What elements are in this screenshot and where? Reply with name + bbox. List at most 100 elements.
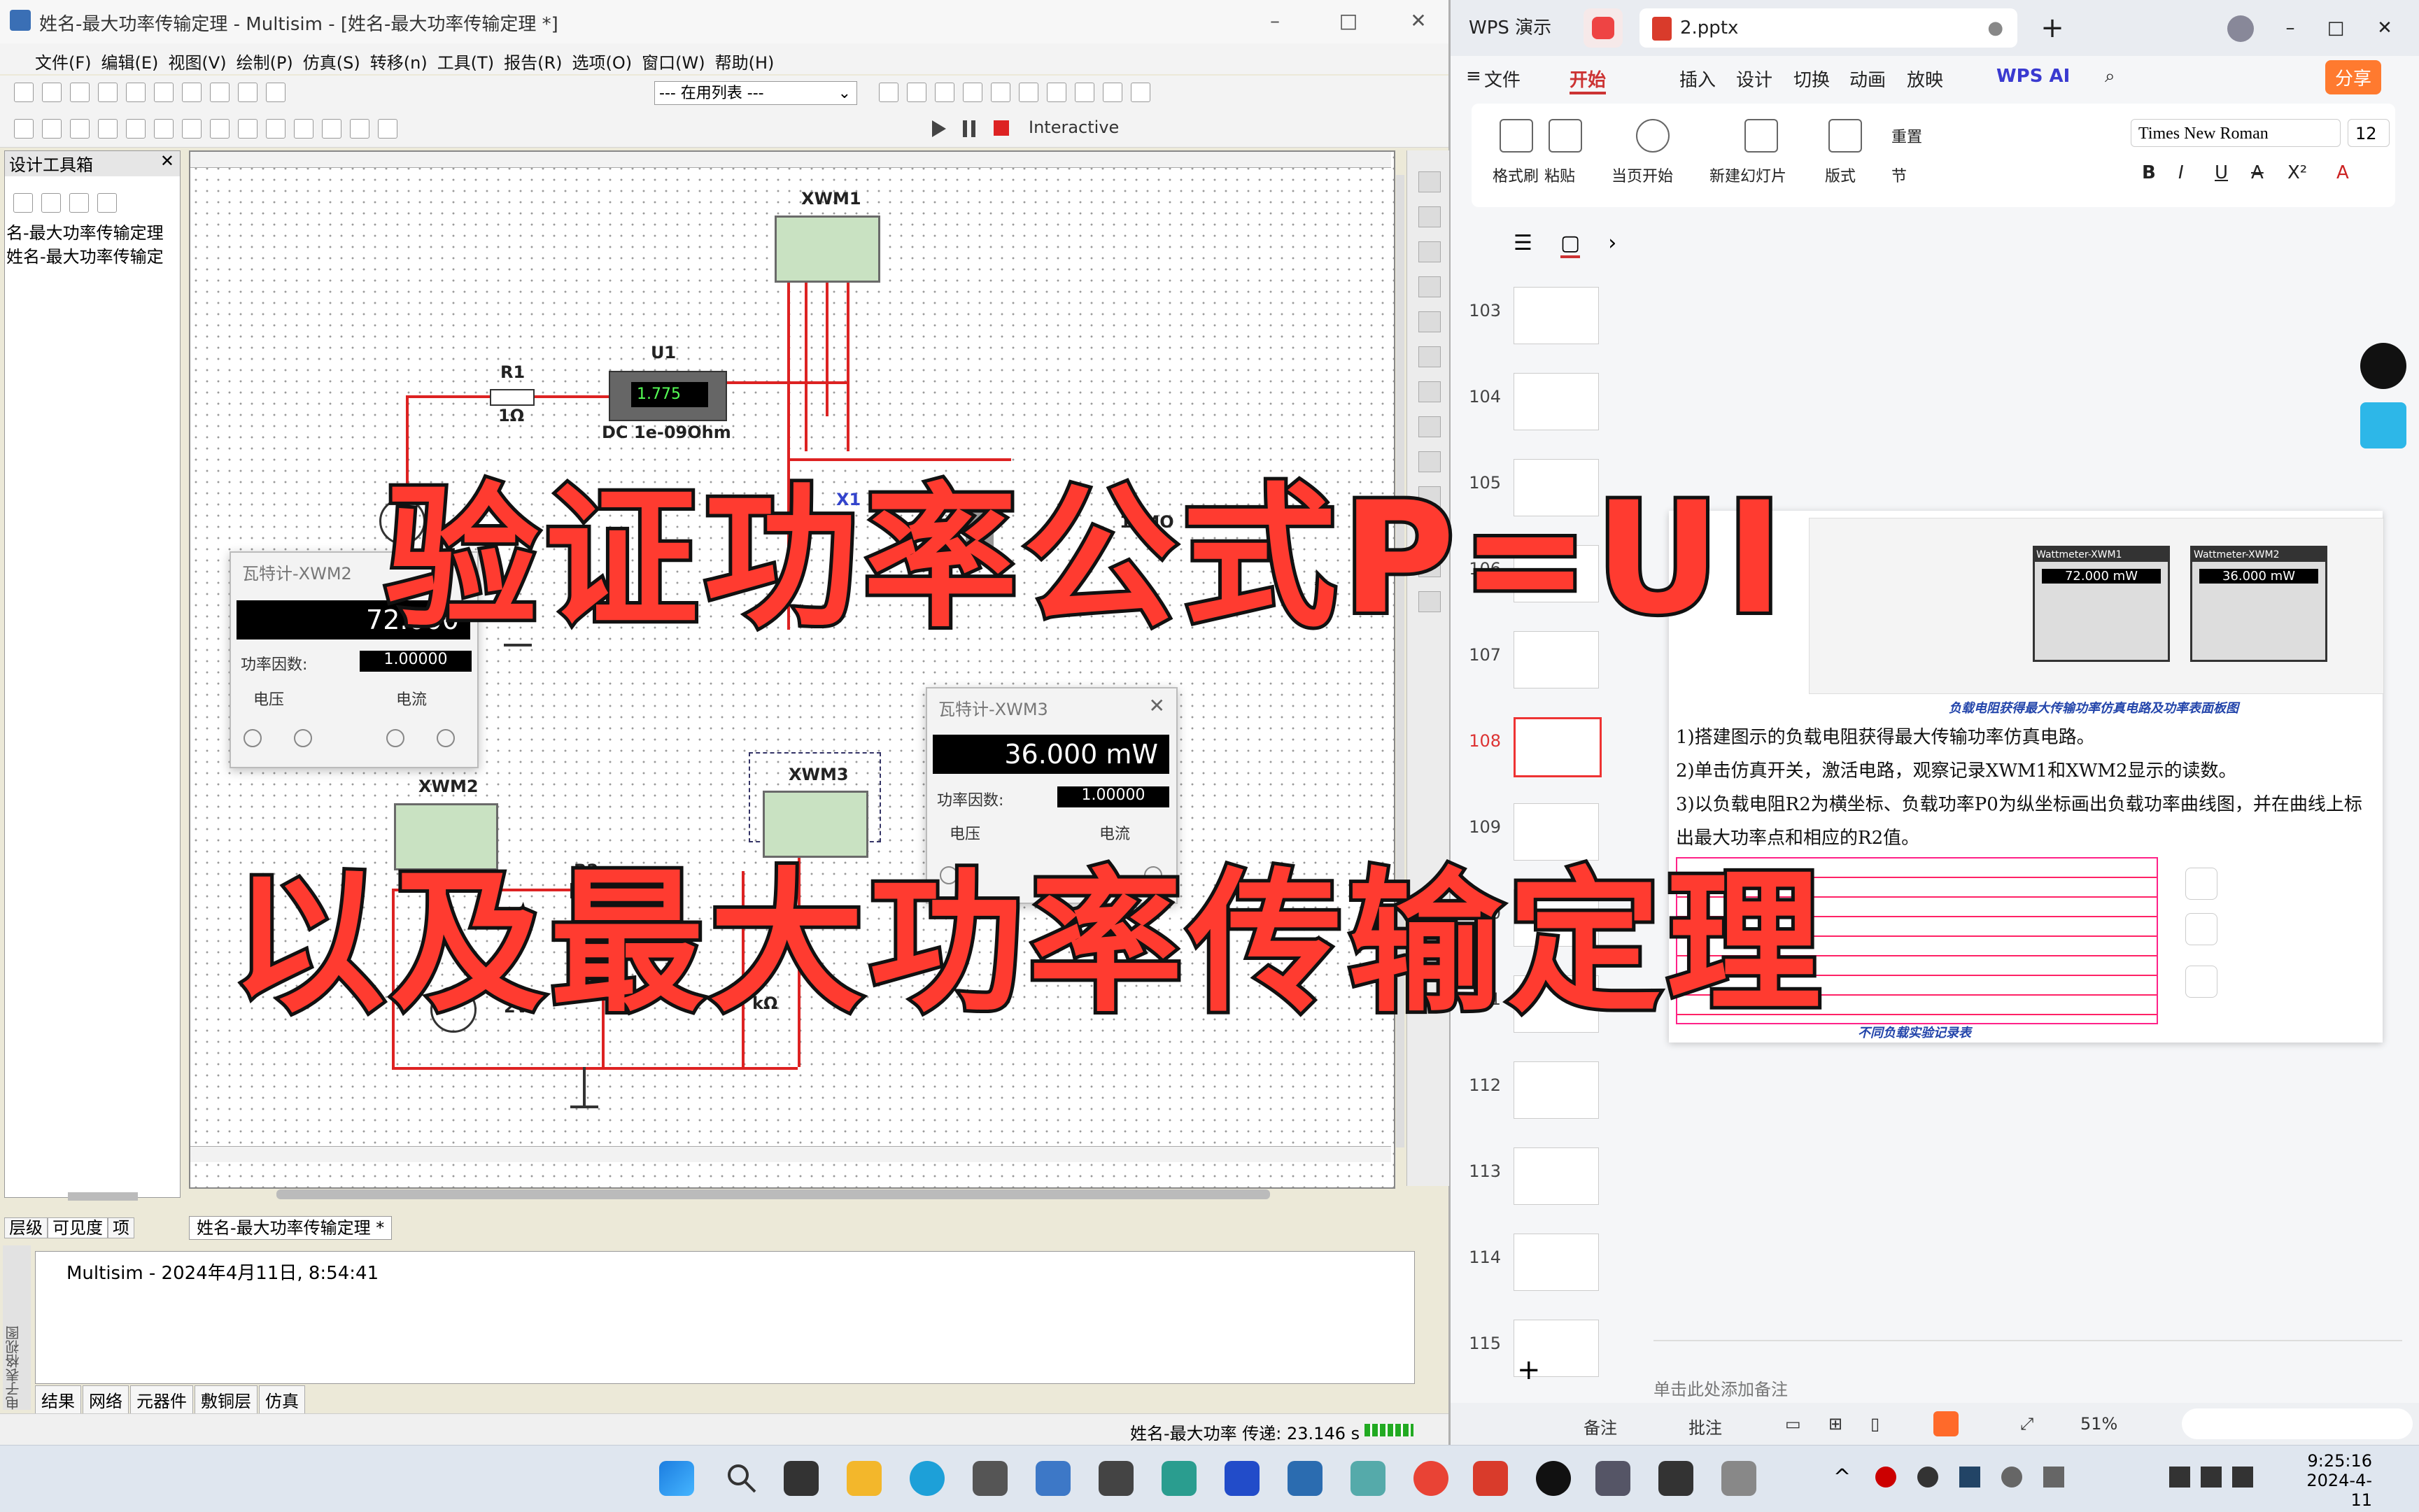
- normal-view-icon[interactable]: ▭: [1785, 1414, 1801, 1434]
- comment-toggle[interactable]: 批注: [1688, 1414, 1722, 1439]
- add-slide-button[interactable]: +: [1517, 1354, 1541, 1386]
- wattmeter-icon[interactable]: [1418, 241, 1441, 262]
- magic-icon[interactable]: [2185, 966, 2217, 998]
- avatar[interactable]: [2227, 8, 2255, 48]
- slide-thumbnail[interactable]: [1514, 1234, 1599, 1291]
- slideshow-icon[interactable]: [1933, 1411, 1959, 1436]
- wifi-icon[interactable]: [2169, 1467, 2190, 1488]
- assistant-icon[interactable]: [2360, 402, 2406, 448]
- slide-thumbnail[interactable]: [1514, 1061, 1599, 1119]
- basic-icon[interactable]: [42, 119, 62, 139]
- minimize-button[interactable]: –: [1260, 6, 1290, 36]
- italic-button[interactable]: I: [2178, 162, 2184, 183]
- maximize-button[interactable]: □: [1333, 6, 1364, 36]
- menu-item[interactable]: 窗口(W): [642, 49, 705, 73]
- multimeter-icon[interactable]: [1418, 171, 1441, 192]
- close-button[interactable]: ✕: [1403, 6, 1434, 36]
- mic-icon[interactable]: [2043, 1467, 2064, 1488]
- menu-item[interactable]: 仿真(S): [303, 49, 360, 73]
- play-icon[interactable]: [1636, 119, 1670, 153]
- tray-icon[interactable]: [1875, 1467, 1896, 1488]
- terminal-icon[interactable]: [437, 729, 455, 747]
- camera-icon[interactable]: [973, 1461, 1008, 1496]
- app-icon[interactable]: [1658, 1461, 1693, 1496]
- app-icon[interactable]: [1099, 1461, 1134, 1496]
- section-label[interactable]: 节: [1891, 164, 1907, 186]
- edge-icon[interactable]: [910, 1461, 945, 1496]
- tab-results[interactable]: 结果: [35, 1385, 81, 1414]
- menu-item[interactable]: 选项(O): [572, 49, 632, 73]
- font-size-select[interactable]: 12: [2348, 119, 2390, 147]
- strikethrough-button[interactable]: A: [2251, 162, 2264, 183]
- minimize-button[interactable]: –: [2276, 8, 2304, 48]
- task-view-icon[interactable]: [784, 1461, 819, 1496]
- diode-icon[interactable]: [70, 119, 90, 139]
- chrome-icon[interactable]: [1413, 1461, 1448, 1496]
- share-button[interactable]: 分享: [2325, 60, 2382, 94]
- calculator-icon[interactable]: [1721, 1461, 1756, 1496]
- app-icon[interactable]: [1288, 1461, 1323, 1496]
- oscilloscope-icon[interactable]: [1418, 276, 1441, 297]
- search-icon[interactable]: ⌕: [2105, 66, 2115, 87]
- close-button[interactable]: ✕: [2371, 8, 2399, 48]
- canvas-hscrollbar[interactable]: [276, 1189, 1270, 1199]
- tab-copper[interactable]: 敷铜层: [195, 1385, 258, 1414]
- slide-thumbnail[interactable]: [1514, 373, 1599, 430]
- menu-item[interactable]: 视图(V): [168, 49, 226, 73]
- folder-icon[interactable]: [97, 193, 117, 213]
- app-icon[interactable]: [1162, 1461, 1197, 1496]
- sorter-view-icon[interactable]: ⊞: [1828, 1414, 1842, 1434]
- menu-item[interactable]: 编辑(E): [101, 49, 159, 73]
- tree-item[interactable]: 名-最大功率传输定理: [6, 221, 164, 245]
- search-icon[interactable]: [724, 1461, 759, 1496]
- find-icon[interactable]: [963, 83, 982, 102]
- new-design-icon[interactable]: [13, 193, 33, 213]
- copy-icon[interactable]: [154, 83, 174, 102]
- fit-icon[interactable]: ⤢: [2020, 1414, 2033, 1434]
- cut-icon[interactable]: [126, 83, 146, 102]
- menu-item[interactable]: 绘制(P): [237, 49, 293, 73]
- battery-icon[interactable]: [2232, 1467, 2253, 1488]
- reading-view-icon[interactable]: ▯: [1870, 1414, 1880, 1434]
- counter-icon[interactable]: [1418, 346, 1441, 367]
- probe-icon[interactable]: [879, 83, 898, 102]
- clock[interactable]: 9:25:16 2024-4-11: [2295, 1451, 2372, 1510]
- paste-icon[interactable]: [182, 83, 202, 102]
- tray-chevron-icon[interactable]: ^: [1833, 1465, 1851, 1490]
- close-icon[interactable]: ✕: [160, 151, 174, 171]
- underline-button[interactable]: U: [2215, 162, 2228, 183]
- menu-slideshow[interactable]: 放映: [1907, 66, 1943, 92]
- layout-icon[interactable]: [1828, 119, 1862, 153]
- undo-icon[interactable]: [210, 83, 230, 102]
- layers-icon[interactable]: [2185, 868, 2217, 900]
- wps-home-tab[interactable]: WPS 演示: [1460, 8, 1560, 48]
- wps-taskbar-icon[interactable]: [1473, 1461, 1508, 1496]
- app-icon[interactable]: [1036, 1461, 1071, 1496]
- terminal-icon[interactable]: [244, 729, 262, 747]
- tab-components[interactable]: 元器件: [130, 1385, 193, 1414]
- app-icon[interactable]: [1350, 1461, 1385, 1496]
- menu-transition[interactable]: 切换: [1793, 66, 1830, 92]
- terminal-icon[interactable]: [294, 729, 312, 747]
- zoom-out-icon[interactable]: [1047, 83, 1066, 102]
- zoom-level[interactable]: 51%: [2080, 1414, 2117, 1434]
- tab-project[interactable]: 项: [108, 1217, 134, 1238]
- menu-item[interactable]: 帮助(H): [715, 49, 775, 73]
- open-design-icon[interactable]: [41, 193, 61, 213]
- tray-icon[interactable]: [1917, 1467, 1938, 1488]
- superscript-button[interactable]: X²: [2287, 162, 2307, 183]
- paste-icon[interactable]: [1549, 119, 1582, 153]
- misc-icon[interactable]: [294, 119, 313, 139]
- start-icon[interactable]: [659, 1461, 694, 1496]
- mcu-icon[interactable]: [378, 119, 397, 139]
- source-icon[interactable]: [14, 119, 34, 139]
- bold-button[interactable]: B: [2142, 162, 2156, 183]
- tab-visibility[interactable]: 可见度: [48, 1217, 108, 1238]
- mixed-icon[interactable]: [210, 119, 230, 139]
- save-icon[interactable]: [70, 83, 90, 102]
- in-use-list-select[interactable]: --- 在用列表 --- ⌄: [654, 81, 857, 105]
- terminal-icon[interactable]: [386, 729, 404, 747]
- wire-icon[interactable]: [907, 83, 926, 102]
- format-painter-icon[interactable]: [1500, 119, 1533, 153]
- grid-icon[interactable]: [266, 83, 285, 102]
